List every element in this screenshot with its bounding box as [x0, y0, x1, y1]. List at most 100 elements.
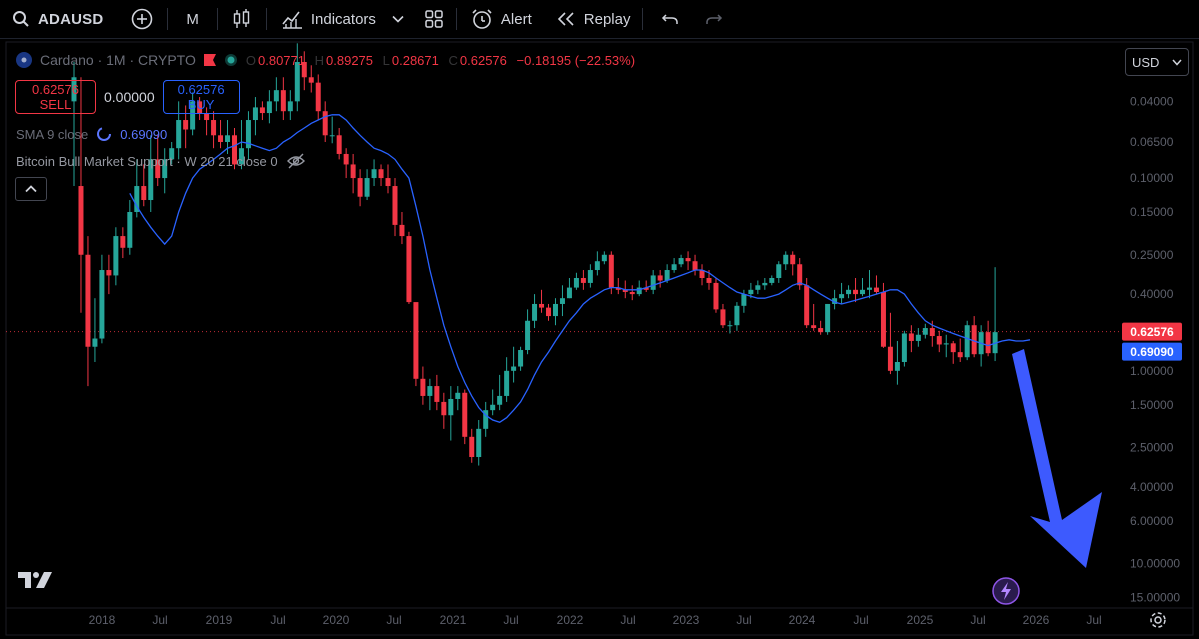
rewind-icon — [557, 12, 574, 26]
candle-body — [322, 111, 328, 136]
price-tick-label: 6.00000 — [1130, 514, 1174, 528]
candle-body — [559, 298, 565, 304]
collapse-legend-button[interactable] — [15, 177, 47, 201]
sell-label: SELL — [39, 97, 72, 112]
candle-body — [741, 294, 747, 306]
candle-body — [943, 343, 949, 345]
market-status-icon[interactable] — [224, 53, 238, 67]
trade-panel: 0.62576 SELL 0.00000 0.62576 BUY — [15, 80, 240, 114]
time-tick-label: Jul — [152, 613, 167, 627]
candle-body — [873, 287, 879, 292]
candle-body — [671, 264, 677, 271]
candle-body — [748, 289, 754, 295]
chart-type-button[interactable] — [218, 0, 266, 38]
interval-button[interactable]: M — [168, 0, 217, 38]
candle-body — [434, 386, 440, 402]
time-tick-label: 2018 — [89, 613, 116, 627]
symbol-search[interactable]: ADAUSD — [0, 0, 113, 38]
gear-icon[interactable] — [1148, 610, 1168, 630]
sma-value: 0.69090 — [120, 126, 168, 142]
candle-body — [399, 224, 405, 237]
price-tick-label: 15.00000 — [1130, 591, 1180, 605]
layouts-button[interactable] — [412, 0, 456, 38]
currency-label: USD — [1132, 54, 1160, 70]
time-tick-label: Jul — [270, 613, 285, 627]
candle-body — [280, 90, 286, 112]
chart-area[interactable]: 2018 Jul 2019 Jul 2020 Jul 2021 Jul 2022 Jul 2023 J… — [0, 40, 1199, 639]
candle-body — [490, 404, 496, 411]
candle-body — [413, 302, 419, 379]
symbol-name: ADAUSD — [38, 10, 104, 28]
candle-body — [78, 186, 84, 255]
eye-hidden-icon[interactable] — [286, 153, 306, 169]
chevron-down-icon — [392, 15, 404, 23]
candle-body — [783, 254, 789, 265]
time-tick-label: Jul — [386, 613, 401, 627]
time-tick-label: Jul — [503, 613, 518, 627]
undo-button[interactable] — [643, 0, 693, 38]
time-tick-label: Jul — [620, 613, 635, 627]
time-tick-label: Jul — [736, 613, 751, 627]
ohlc-values: O 0.80771 H 0.89275 L 0.28671 C 0.62576 −0.1… — [245, 52, 636, 68]
candle-body — [518, 350, 524, 367]
sell-button[interactable]: 0.62576 SELL — [15, 80, 96, 114]
candle-body — [273, 90, 279, 102]
bull-market-support-legend[interactable]: Bitcoin Bull Market Support · W 20 21 cl… — [16, 153, 306, 169]
candle-body — [113, 236, 119, 276]
candle-body — [797, 264, 803, 286]
price-tick-label: 10.00000 — [1130, 557, 1180, 571]
candle-body — [476, 428, 482, 458]
candle-body — [657, 275, 663, 281]
candle-body — [225, 135, 231, 142]
symbol-legend: Cardano · 1M · CRYPTO O 0.80771 H 0.89275 … — [16, 52, 641, 68]
candle-body — [950, 343, 956, 353]
sma-legend[interactable]: SMA 9 close 0.69090 — [16, 126, 167, 142]
candle-body — [106, 270, 112, 276]
candle-body — [727, 325, 733, 327]
tradingview-logo-icon[interactable] — [18, 570, 54, 590]
candle-body — [371, 169, 377, 179]
chart-border — [5, 41, 1194, 636]
candle-body — [636, 287, 642, 295]
candle-body — [364, 178, 370, 197]
candle-body — [776, 264, 782, 279]
price-chart[interactable]: 2018 Jul 2019 Jul 2020 Jul 2021 Jul 2022 Jul 2023 J… — [0, 40, 1199, 639]
candle-body — [469, 436, 475, 458]
candle-body — [462, 392, 468, 437]
price-tick-label: 0.25000 — [1130, 248, 1174, 262]
currency-selector[interactable]: USD — [1125, 48, 1189, 76]
alert-button[interactable]: Alert — [457, 0, 544, 38]
candle-body — [734, 305, 740, 326]
price-tick-label: 0.10000 — [1130, 171, 1174, 185]
redo-button[interactable] — [693, 0, 735, 38]
price-tick-label: 4.00000 — [1130, 480, 1174, 494]
candle-body — [532, 303, 538, 321]
alarm-clock-icon — [472, 9, 492, 29]
lightning-bolt-icon[interactable] — [991, 576, 1021, 606]
time-tick-label: 2022 — [557, 613, 584, 627]
candle-body — [866, 287, 872, 290]
time-tick-label: 2021 — [440, 613, 467, 627]
candle-body — [860, 289, 866, 295]
candle-body — [936, 336, 942, 345]
candle-body — [839, 294, 845, 299]
indicators-button[interactable]: Indicators — [267, 0, 386, 38]
price-tick-label: 0.04000 — [1130, 94, 1174, 108]
indicator-templates-dropdown[interactable] — [386, 0, 412, 38]
flag-icon[interactable] — [203, 54, 216, 66]
compare-button[interactable] — [113, 0, 167, 38]
candle-body — [811, 325, 817, 329]
candle-body — [204, 113, 210, 121]
candle-body — [720, 309, 726, 326]
candle-body — [448, 398, 454, 416]
candle-body — [908, 333, 914, 341]
price-tick-label: 2.50000 — [1130, 441, 1174, 455]
time-tick-label: Jul — [853, 613, 868, 627]
candle-body — [287, 101, 293, 112]
buy-button[interactable]: 0.62576 BUY — [162, 80, 240, 114]
candle-body — [183, 120, 189, 130]
replay-button[interactable]: Replay — [544, 0, 643, 38]
buy-label: BUY — [187, 97, 215, 112]
indicators-label: Indicators — [310, 10, 376, 28]
time-tick-label: 2026 — [1023, 613, 1050, 627]
